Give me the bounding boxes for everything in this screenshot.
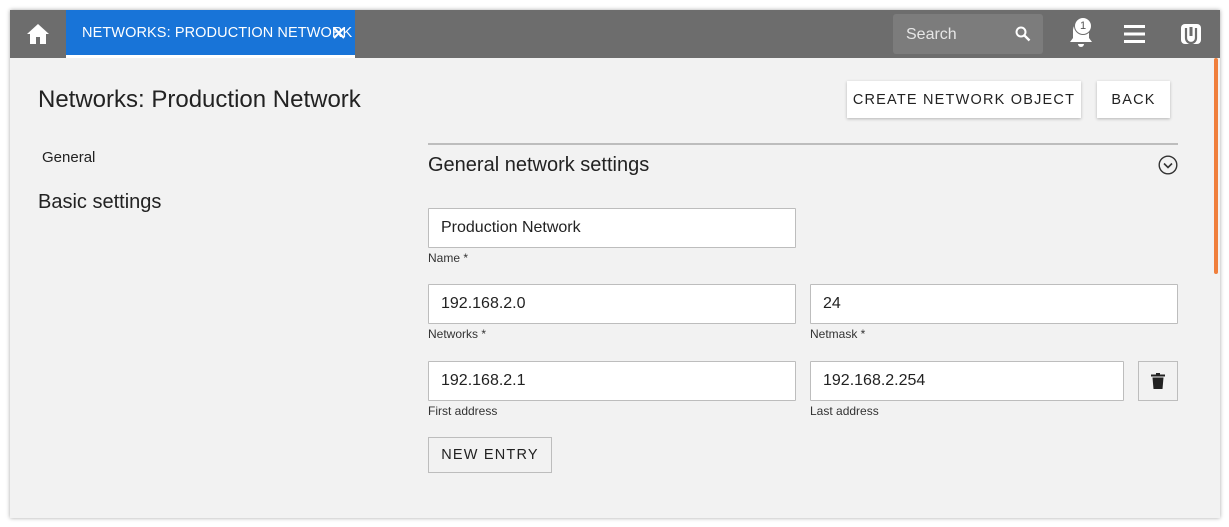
back-button[interactable]: BACK — [1097, 81, 1170, 118]
tab-production-network[interactable]: NETWORKS: PRODUCTION NETWORK — [66, 10, 355, 58]
sidebar-item-general[interactable]: General — [42, 149, 95, 166]
scrollbar-thumb[interactable] — [1214, 58, 1218, 274]
close-icon[interactable] — [331, 25, 347, 41]
last-address-field[interactable]: 192.168.2.254 — [810, 361, 1124, 401]
first-address-label: First address — [428, 404, 498, 418]
page-title: Networks: Production Network — [38, 86, 361, 113]
new-entry-button[interactable]: NEW ENTRY — [428, 437, 552, 473]
app-window: NETWORKS: PRODUCTION NETWORK Search 1 Ne… — [10, 10, 1220, 518]
section-title: General network settings — [428, 154, 650, 176]
network-label: Networks * — [428, 327, 487, 341]
sidebar-item-basic-settings[interactable]: Basic settings — [38, 191, 161, 214]
chevron-circle-down-icon[interactable] — [1158, 155, 1178, 175]
home-icon — [27, 24, 49, 44]
network-field[interactable]: 192.168.2.0 — [428, 284, 796, 324]
name-label: Name * — [428, 251, 469, 265]
name-field[interactable]: Production Network — [428, 208, 796, 248]
search-placeholder: Search — [906, 26, 957, 43]
netmask-label: Netmask * — [810, 327, 866, 341]
brand-logo-icon[interactable] — [1180, 23, 1202, 45]
search-input[interactable]: Search — [893, 14, 1043, 54]
tab-label: NETWORKS: PRODUCTION NETWORK — [82, 24, 353, 41]
delete-range-button[interactable] — [1138, 361, 1178, 401]
netmask-field[interactable]: 24 — [810, 284, 1178, 324]
top-bar: NETWORKS: PRODUCTION NETWORK Search 1 — [10, 10, 1220, 58]
create-network-object-button[interactable]: CREATE NETWORK OBJECT — [847, 81, 1081, 118]
search-icon[interactable] — [1015, 26, 1031, 42]
first-address-field[interactable]: 192.168.2.1 — [428, 361, 796, 401]
home-button[interactable] — [10, 10, 66, 58]
last-address-label: Last address — [810, 404, 879, 418]
hamburger-menu-icon[interactable] — [1124, 24, 1145, 44]
section-divider — [428, 143, 1178, 145]
trash-icon — [1151, 373, 1165, 389]
notification-badge: 1 — [1074, 17, 1092, 35]
